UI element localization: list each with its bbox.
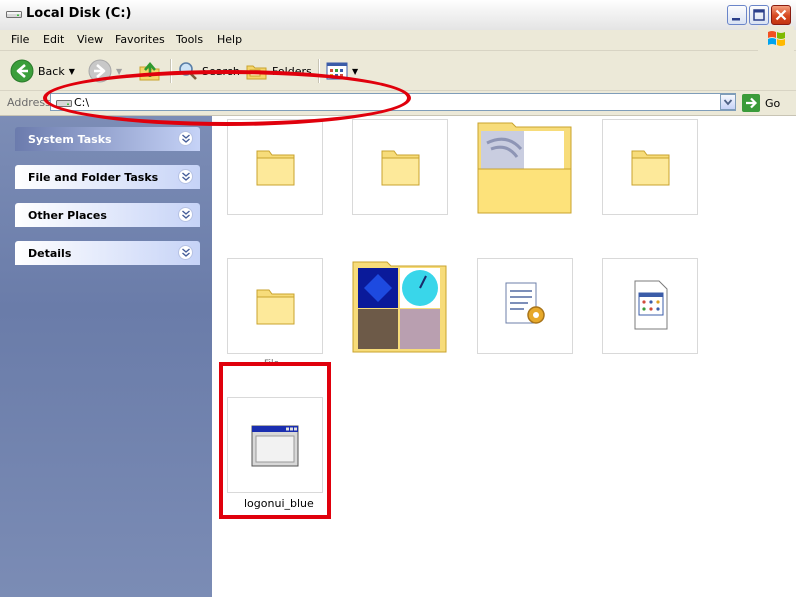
menu-view[interactable]: View <box>77 32 103 47</box>
file-item-executable[interactable] <box>602 258 698 354</box>
close-icon <box>775 9 787 21</box>
maximize-button[interactable] <box>749 5 769 25</box>
file-item-config[interactable] <box>477 258 573 354</box>
back-label: Back <box>38 64 65 78</box>
window-title: Local Disk (C:) <box>26 6 132 21</box>
annotation-rectangle <box>219 362 331 519</box>
menu-bar: File Edit View Favorites Tools Help <box>0 30 796 51</box>
folder-icon <box>631 150 670 186</box>
back-button[interactable]: Back ▼ <box>10 57 75 85</box>
file-item-folder[interactable] <box>227 258 323 354</box>
folder-thumbnail-icon <box>352 261 447 353</box>
file-item-folder[interactable] <box>602 119 698 215</box>
task-pane: System Tasks File and Folder Tasks Other… <box>0 116 212 597</box>
menu-tools[interactable]: Tools <box>176 32 203 47</box>
menu-favorites[interactable]: Favorites <box>115 32 165 47</box>
panel-title: File and Folder Tasks <box>28 171 159 184</box>
close-button[interactable] <box>771 5 791 25</box>
folder-thumbnail-icon <box>477 122 572 214</box>
expand-chevron-icon[interactable] <box>178 207 193 222</box>
windows-logo-icon <box>758 26 794 52</box>
title-bar[interactable]: Local Disk (C:) <box>0 0 796 31</box>
expand-chevron-icon[interactable] <box>178 169 193 184</box>
folder-icon <box>256 289 295 325</box>
go-arrow-icon <box>742 94 760 112</box>
executable-icon <box>634 280 668 330</box>
file-item-folder-preview[interactable] <box>477 119 573 215</box>
menu-file[interactable]: File <box>11 32 29 47</box>
menu-help[interactable]: Help <box>217 32 242 47</box>
minimize-icon <box>732 18 740 21</box>
file-item-folder[interactable] <box>227 119 323 215</box>
panel-file-folder-tasks[interactable]: File and Folder Tasks <box>15 165 200 189</box>
maximize-icon <box>753 9 765 21</box>
panel-other-places[interactable]: Other Places <box>15 203 200 227</box>
explorer-window: Local Disk (C:) File Edit View Favorites… <box>0 0 796 597</box>
annotation-ellipse <box>43 70 411 126</box>
expand-chevron-icon[interactable] <box>178 131 193 146</box>
panel-title: System Tasks <box>28 133 112 146</box>
chevron-down-icon <box>723 99 733 106</box>
back-dropdown-icon[interactable]: ▼ <box>69 67 75 76</box>
panel-details[interactable]: Details <box>15 241 200 265</box>
address-dropdown-button[interactable] <box>720 94 736 110</box>
panel-title: Details <box>28 247 72 260</box>
menu-edit[interactable]: Edit <box>43 32 64 47</box>
minimize-button[interactable] <box>727 5 747 25</box>
go-button[interactable]: Go <box>742 94 780 112</box>
file-item-folder-preview[interactable] <box>352 258 448 354</box>
go-label: Go <box>765 96 781 110</box>
expand-chevron-icon[interactable] <box>178 245 193 260</box>
drive-icon <box>6 11 22 18</box>
panel-system-tasks[interactable]: System Tasks <box>15 127 200 151</box>
folder-icon <box>256 150 295 186</box>
file-item-folder[interactable] <box>352 119 448 215</box>
folder-icon <box>381 150 420 186</box>
panel-title: Other Places <box>28 209 107 222</box>
views-dropdown-icon[interactable]: ▼ <box>352 67 358 76</box>
config-file-icon <box>505 282 545 324</box>
back-arrow-icon <box>10 59 34 83</box>
file-view: File logonui_blue <box>212 116 796 597</box>
